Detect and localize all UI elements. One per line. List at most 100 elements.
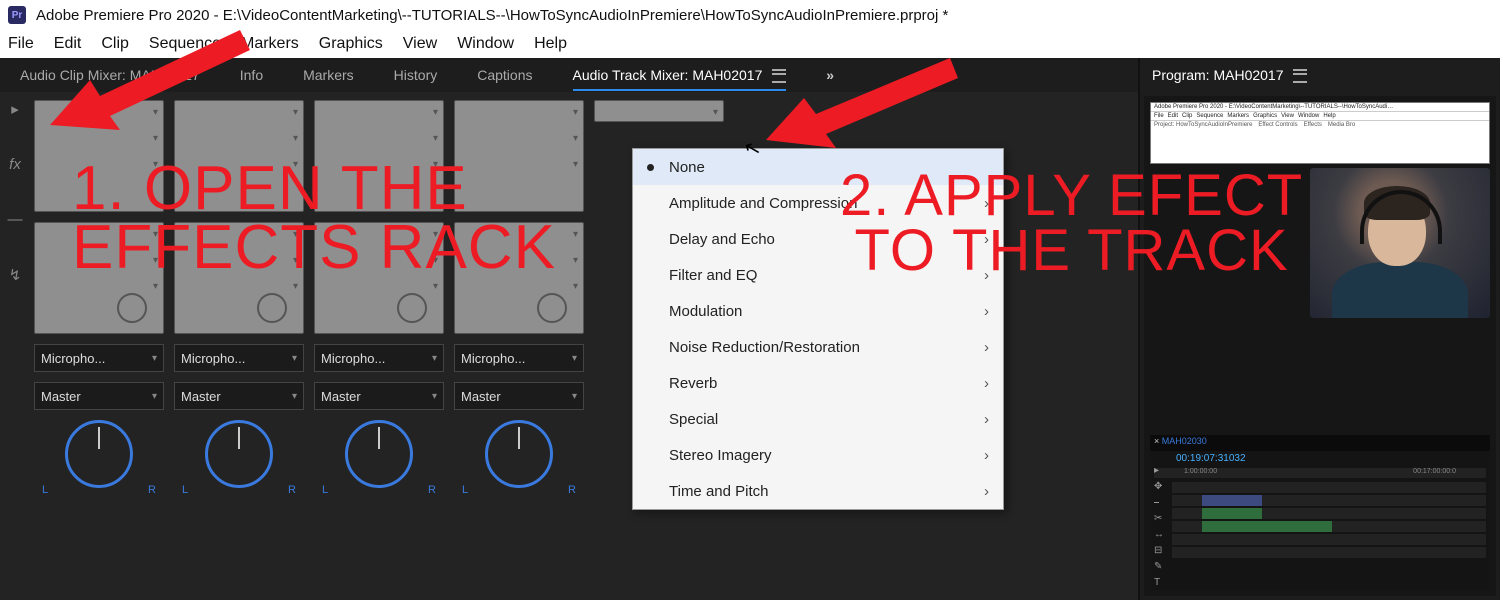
track-input-label: Micropho... <box>461 351 525 366</box>
fx-item-label: Amplitude and Compression <box>669 195 857 212</box>
menu-view[interactable]: View <box>403 35 437 53</box>
mini-track-a3[interactable] <box>1172 534 1486 545</box>
send-slot-dropdown-icon[interactable]: ▾ <box>573 281 578 292</box>
annotation-text-2: 2. APPLY EFECTTO THE TRACK <box>840 168 1303 278</box>
mini-panel-tabs: Project: HowToSyncAudioInPremiereEffect … <box>1151 121 1489 129</box>
fx-rack-5[interactable]: ▾ <box>594 100 724 122</box>
mini-title: Adobe Premiere Pro 2020 - E:\VideoConten… <box>1151 103 1489 112</box>
collapse-toggle-icon[interactable]: ▸ <box>11 100 19 118</box>
window-title: Adobe Premiere Pro 2020 - E:\VideoConten… <box>36 7 948 24</box>
dropdown-icon[interactable]: ▾ <box>292 353 297 364</box>
menu-window[interactable]: Window <box>457 35 514 53</box>
dropdown-icon[interactable]: ▾ <box>572 353 577 364</box>
send-slot-dropdown-icon[interactable]: ▾ <box>573 255 578 266</box>
send-slot-dropdown-icon[interactable]: ▾ <box>293 281 298 292</box>
pan-dial-3[interactable] <box>345 420 413 488</box>
fx-item-noise[interactable]: Noise Reduction/Restoration› <box>633 329 1003 365</box>
tab-history[interactable]: History <box>394 67 438 83</box>
track-output-label: Master <box>321 389 361 404</box>
fx-slot-dropdown-icon[interactable]: ▾ <box>573 133 578 144</box>
fx-item-time-pitch[interactable]: Time and Pitch› <box>633 473 1003 509</box>
dropdown-icon[interactable]: ▾ <box>432 391 437 402</box>
dropdown-icon[interactable]: ▾ <box>572 391 577 402</box>
mini-audio-clip[interactable] <box>1202 508 1262 519</box>
track-output-3[interactable]: Master ▾ <box>314 382 444 410</box>
mini-track-v1[interactable] <box>1172 495 1486 506</box>
fx-slot-dropdown-icon[interactable]: ▾ <box>713 107 718 118</box>
pan-dial-4[interactable] <box>485 420 553 488</box>
send-dial[interactable] <box>397 293 427 323</box>
send-slot-dropdown-icon[interactable]: ▾ <box>433 281 438 292</box>
fx-slot-dropdown-icon[interactable]: ▾ <box>573 107 578 118</box>
track-output-1[interactable]: Master ▾ <box>34 382 164 410</box>
submenu-arrow-icon: › <box>984 375 989 392</box>
mini-ruler: 1:00:00:0000:17:00:00:0 <box>1154 468 1486 478</box>
fx-slot-dropdown-icon[interactable]: ▾ <box>433 107 438 118</box>
mini-track-a4[interactable] <box>1172 547 1486 558</box>
mini-video-clip[interactable] <box>1202 495 1262 506</box>
send-slot-dropdown-icon[interactable]: ▾ <box>153 281 158 292</box>
dropdown-icon[interactable]: ▾ <box>152 391 157 402</box>
tool-type-icon[interactable]: T <box>1154 577 1164 588</box>
mini-audio-clip[interactable] <box>1202 521 1332 532</box>
fx-item-label: Modulation <box>669 303 742 320</box>
dropdown-icon[interactable]: ▾ <box>432 353 437 364</box>
tab-captions[interactable]: Captions <box>477 67 532 83</box>
mini-tracks <box>1150 480 1490 562</box>
fx-item-modulation[interactable]: Modulation› <box>633 293 1003 329</box>
track-output-2[interactable]: Master▾ <box>174 382 304 410</box>
track-input-2[interactable]: Micropho...▾ <box>174 344 304 372</box>
submenu-arrow-icon: › <box>984 339 989 356</box>
send-dial[interactable] <box>257 293 287 323</box>
track-output-label: Master <box>41 389 81 404</box>
tab-audio-track-mixer[interactable]: Audio Track Mixer: MAH02017 <box>573 67 787 83</box>
submenu-arrow-icon: › <box>984 447 989 464</box>
track-input-3[interactable]: Micropho...▾ <box>314 344 444 372</box>
send-dial[interactable] <box>537 293 567 323</box>
track-input-4[interactable]: Micropho... ▾ <box>454 344 584 372</box>
mini-tool-column: ▸ ✥ ⎯ ✂ ↔ ⊟ ✎ T <box>1154 465 1164 588</box>
sends-icon[interactable]: ↯ <box>9 266 22 284</box>
track-output-label: Master <box>461 389 501 404</box>
pan-dial-1[interactable] <box>65 420 133 488</box>
fx-item-label: Delay and Echo <box>669 231 775 248</box>
mini-timecode: 00:19:07:31032 <box>1150 451 1490 466</box>
tab-markers[interactable]: Markers <box>303 67 354 83</box>
selected-dot-icon <box>647 164 654 171</box>
menu-graphics[interactable]: Graphics <box>319 35 383 53</box>
fx-item-stereo[interactable]: Stereo Imagery › <box>633 437 1003 473</box>
mini-track-a1[interactable] <box>1172 508 1486 519</box>
mini-track-v2[interactable] <box>1172 482 1486 493</box>
send-dial[interactable] <box>117 293 147 323</box>
track-output-4[interactable]: Master ▾ <box>454 382 584 410</box>
pan-dial-2[interactable] <box>205 420 273 488</box>
titlebar: Pr Adobe Premiere Pro 2020 - E:\VideoCon… <box>0 0 1500 30</box>
fx-item-reverb[interactable]: Reverb› <box>633 365 1003 401</box>
fx-slot-dropdown-icon[interactable]: ▾ <box>433 133 438 144</box>
tool-pen-icon[interactable]: ⊟ <box>1154 545 1164 556</box>
menu-help[interactable]: Help <box>534 35 567 53</box>
fx-item-label: Stereo Imagery <box>669 447 772 464</box>
send-slot-dropdown-icon[interactable]: ▾ <box>573 229 578 240</box>
panel-menu-icon[interactable] <box>1293 69 1307 83</box>
tab-audio-track-mixer-label: Audio Track Mixer: MAH02017 <box>573 67 763 83</box>
fx-slot-dropdown-icon[interactable]: ▾ <box>573 159 578 170</box>
fx-item-special[interactable]: Special› <box>633 401 1003 437</box>
tool-hand-icon[interactable]: ✎ <box>1154 561 1164 572</box>
dropdown-icon[interactable]: ▾ <box>152 353 157 364</box>
tool-move-icon[interactable]: ✥ <box>1154 481 1164 492</box>
track-input-1[interactable]: Micropho...▾ <box>34 344 164 372</box>
tool-razor-icon[interactable]: ✂ <box>1154 513 1164 524</box>
tool-selection-icon[interactable]: ▸ <box>1154 465 1164 476</box>
tool-slip-icon[interactable]: ↔ <box>1154 529 1164 540</box>
fx-icon[interactable]: fx <box>9 156 21 173</box>
menu-file[interactable]: File <box>8 35 34 53</box>
fx-item-label: Special <box>669 411 718 428</box>
tool-ripple-icon[interactable]: ⎯ <box>1154 497 1164 508</box>
fx-slot-dropdown-icon[interactable]: ▾ <box>293 107 298 118</box>
webcam-overlay <box>1310 168 1490 318</box>
mini-track-a2[interactable] <box>1172 521 1486 532</box>
dropdown-icon[interactable]: ▾ <box>292 391 297 402</box>
tab-program[interactable]: Program: MAH02017 <box>1152 67 1307 83</box>
fx-slot-dropdown-icon[interactable]: ▾ <box>293 133 298 144</box>
